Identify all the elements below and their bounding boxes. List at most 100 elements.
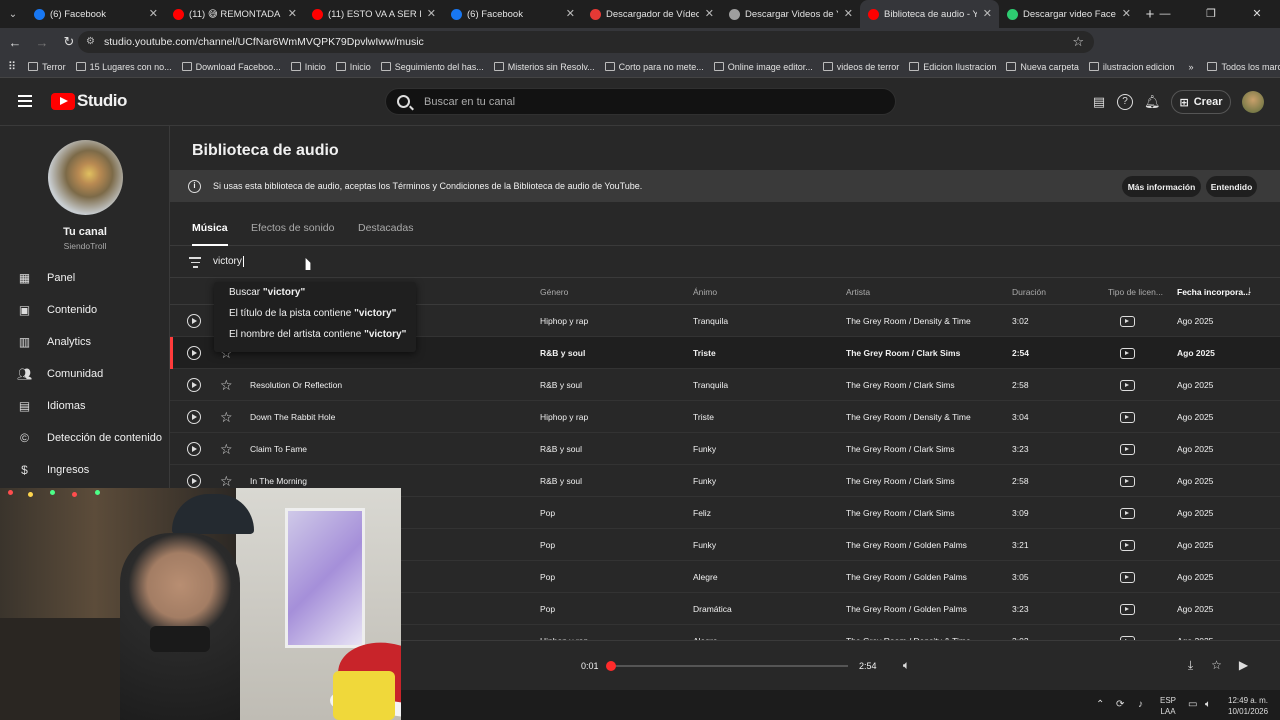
channel-search-input[interactable]: Buscar en tu canal	[385, 88, 896, 115]
youtube-license-icon[interactable]: ▶	[1236, 658, 1251, 673]
feedback-icon[interactable]: ▤	[1091, 94, 1107, 110]
youtube-logo[interactable]	[51, 93, 75, 110]
volume-icon[interactable]: 🔈︎	[899, 658, 914, 673]
favorite-star-icon[interactable]: ☆	[1209, 658, 1224, 673]
bookmark-item[interactable]: Terror	[28, 62, 66, 72]
bookmark-item[interactable]: Misterios sin Resolv...	[493, 62, 595, 72]
more-bookmarks-button[interactable]: »	[1188, 62, 1193, 72]
display-icon[interactable]: ▭	[1188, 699, 1197, 710]
browser-tab[interactable]: (6) Facebook ✕	[443, 0, 582, 28]
star-icon[interactable]: ☆	[220, 409, 233, 426]
sidebar-item-analytics[interactable]: ▥ Analytics	[0, 326, 170, 358]
close-tab-icon[interactable]: ✕	[983, 7, 992, 20]
bookmark-item[interactable]: Download Faceboo...	[181, 62, 281, 72]
table-row[interactable]: ☆ Resolution Or Reflection R&B y soul Tranq…	[170, 369, 1280, 401]
bookmark-item[interactable]: Online image editor...	[713, 62, 813, 72]
close-tab-icon[interactable]: ✕	[705, 7, 714, 20]
more-info-button[interactable]: Más información	[1122, 176, 1201, 197]
filter-bar[interactable]: victory	[170, 246, 1280, 278]
browser-tab[interactable]: (6) Facebook ✕	[26, 0, 165, 28]
mic-icon[interactable]: ♪	[1138, 699, 1143, 710]
play-icon[interactable]	[187, 442, 201, 456]
bookmark-item[interactable]: Inicio	[290, 62, 326, 72]
star-icon[interactable]: ☆	[220, 441, 233, 458]
star-icon[interactable]: ☆	[220, 377, 233, 394]
back-icon[interactable]: ←	[3, 35, 27, 50]
close-tab-icon[interactable]: ✕	[1122, 7, 1131, 20]
menu-icon[interactable]	[18, 95, 32, 107]
play-icon[interactable]	[187, 314, 201, 328]
suggestion-artist-contains[interactable]: El nombre del artista contiene "victory"	[214, 324, 416, 345]
sidebar-item-idiomas[interactable]: ▤ Idiomas	[0, 390, 170, 422]
browser-tab[interactable]: (11) ESTO VA A SER ÉPICO ✕	[304, 0, 443, 28]
sidebar-item-panel[interactable]: ▦ Panel	[0, 262, 170, 294]
account-avatar[interactable]	[1242, 91, 1264, 113]
column-license[interactable]: Tipo de licen...	[1108, 287, 1163, 297]
column-mood[interactable]: Ánimo	[693, 287, 717, 297]
tab-sound-effects[interactable]: Efectos de sonido	[251, 222, 334, 234]
tab-music[interactable]: Música	[192, 222, 228, 246]
table-row[interactable]: ☆ Claim To Fame R&B y soul Funky The Grey Ro…	[170, 433, 1280, 465]
column-date[interactable]: Fecha incorpora...	[1177, 287, 1250, 297]
browser-tab[interactable]: Descargador de Vídeos de ✕	[582, 0, 721, 28]
minimize-icon[interactable]: —	[1142, 0, 1188, 28]
site-info-icon[interactable]: ⚙	[86, 36, 95, 47]
filter-input[interactable]: victory	[213, 256, 244, 267]
progress-bar[interactable]	[606, 661, 848, 671]
browser-tab[interactable]: Descargar video Faceboo ✕	[999, 0, 1138, 28]
maximize-icon[interactable]: ❐	[1188, 0, 1234, 28]
notifications-icon[interactable]: 🔔︎	[1144, 94, 1161, 110]
channel-avatar[interactable]	[48, 140, 123, 215]
sort-down-icon[interactable]: ↓	[1247, 285, 1252, 296]
create-button[interactable]: ⊞ Crear	[1171, 90, 1231, 114]
sidebar-item-comunidad[interactable]: 👥︎ Comunidad	[0, 358, 170, 390]
bookmark-item[interactable]: Inicio	[335, 62, 371, 72]
url-input[interactable]: ⚙ studio.youtube.com/channel/UCfNar6WmMV…	[78, 31, 1094, 53]
column-duration[interactable]: Duración	[1012, 287, 1046, 297]
sidebar-item-contenido[interactable]: ▣ Contenido	[0, 294, 170, 326]
play-icon[interactable]	[187, 378, 201, 392]
suggestion-title-contains[interactable]: El título de la pista contiene "victory"	[214, 303, 416, 324]
forward-icon[interactable]: →	[30, 35, 54, 50]
bookmark-item[interactable]: Corto para no mete...	[604, 62, 704, 72]
tab-featured[interactable]: Destacadas	[358, 222, 413, 234]
browser-tab[interactable]: (11) 😅 REMONTADA ÉPI ✕	[165, 0, 304, 28]
speaker-icon[interactable]: 🔈︎	[1205, 699, 1211, 710]
tab-search-icon[interactable]: ⌄	[0, 0, 26, 28]
close-tab-icon[interactable]: ✕	[288, 7, 297, 20]
apps-icon[interactable]: ⠿	[8, 60, 16, 73]
help-icon[interactable]: ?	[1117, 94, 1133, 110]
filter-icon[interactable]	[189, 257, 201, 271]
language-indicator[interactable]: ESP LAA	[1160, 695, 1176, 717]
progress-knob[interactable]	[606, 661, 617, 671]
bookmark-item[interactable]: Nueva carpeta	[1006, 62, 1079, 72]
close-window-icon[interactable]: ✕	[1234, 0, 1280, 28]
system-clock[interactable]: 12:49 a. m. 10/01/2026	[1228, 695, 1268, 717]
suggestion-search[interactable]: Buscar "victory"	[214, 282, 416, 303]
column-genre[interactable]: Género	[540, 287, 568, 297]
play-icon[interactable]	[187, 474, 201, 488]
table-row[interactable]: ☆ Down The Rabbit Hole Hiphop y rap Triste T…	[170, 401, 1280, 433]
bookmark-star-icon[interactable]: ☆	[1072, 34, 1084, 50]
bookmark-item[interactable]: ilustracion edicion	[1088, 62, 1174, 72]
play-icon[interactable]	[187, 410, 201, 424]
column-artist[interactable]: Artista	[846, 287, 870, 297]
close-tab-icon[interactable]: ✕	[566, 7, 575, 20]
close-tab-icon[interactable]: ✕	[149, 7, 158, 20]
download-icon[interactable]: ⤓	[1183, 658, 1198, 673]
close-tab-icon[interactable]: ✕	[427, 7, 436, 20]
bookmark-item[interactable]: 15 Lugares con no...	[75, 62, 172, 72]
sync-icon[interactable]: ⟳	[1116, 699, 1124, 710]
bookmark-item[interactable]: Seguimiento del has...	[380, 62, 484, 72]
close-tab-icon[interactable]: ✕	[844, 7, 853, 20]
browser-tab[interactable]: Biblioteca de audio - YouT ✕	[860, 0, 999, 28]
browser-tab[interactable]: Descargar Videos de YouT ✕	[721, 0, 860, 28]
sidebar-item-ingresos[interactable]: $ Ingresos	[0, 454, 170, 486]
sidebar-item-detecci-n-de-contenido[interactable]: © Detección de contenido	[0, 422, 170, 454]
play-icon[interactable]	[187, 346, 201, 360]
understood-button[interactable]: Entendido	[1206, 176, 1257, 197]
bookmark-item[interactable]: Edicion Ilustracion	[909, 62, 996, 72]
tray-chevron-icon[interactable]: ⌃	[1096, 699, 1104, 710]
bookmark-item[interactable]: videos de terror	[822, 62, 899, 72]
all-bookmarks-folder[interactable]: Todos los marcadores	[1207, 62, 1280, 72]
